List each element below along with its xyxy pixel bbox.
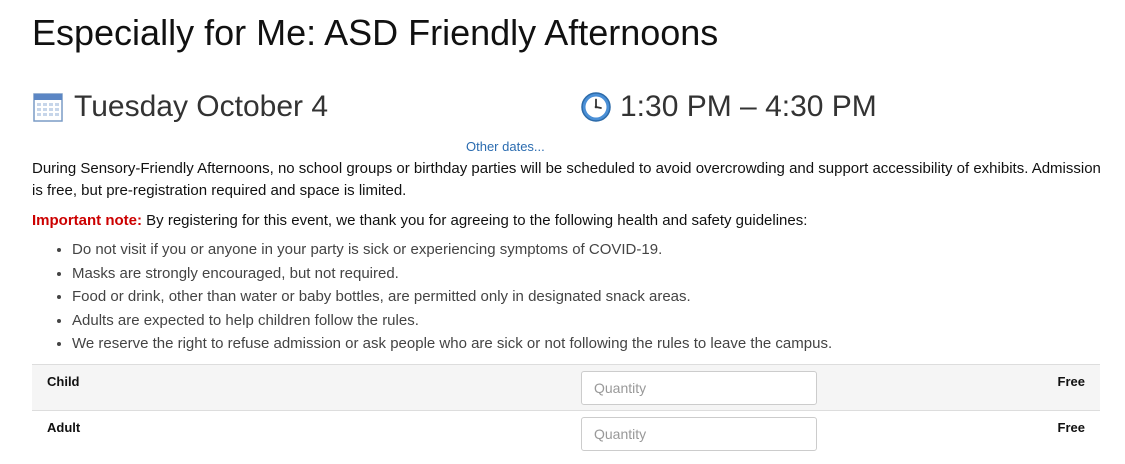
important-note-text: By registering for this event, we thank … xyxy=(142,212,808,229)
event-date-text: Tuesday October 4 xyxy=(74,90,329,123)
adult-quantity-input[interactable] xyxy=(581,417,817,451)
ticket-table: Child Free Adult Free xyxy=(32,364,1100,456)
child-quantity-input[interactable] xyxy=(581,371,817,405)
page-title: Especially for Me: ASD Friendly Afternoo… xyxy=(32,12,719,53)
list-item: Masks are strongly encouraged, but not r… xyxy=(72,262,1112,286)
ticket-row-child: Child Free xyxy=(32,364,1100,410)
ticket-price: Free xyxy=(1057,420,1085,435)
ticket-price: Free xyxy=(1057,374,1085,389)
important-note-label: Important note: xyxy=(32,212,142,229)
ticket-name: Adult xyxy=(47,420,81,435)
event-page: Especially for Me: ASD Friendly Afternoo… xyxy=(0,0,1125,464)
list-item: Do not visit if you or anyone in your pa… xyxy=(72,238,1112,262)
important-note: Important note: By registering for this … xyxy=(32,210,1112,232)
event-description: During Sensory-Friendly Afternoons, no s… xyxy=(32,160,1101,199)
event-time: 1:30 PM – 4:30 PM xyxy=(580,90,877,124)
clock-icon xyxy=(580,91,612,123)
event-date: Tuesday October 4 xyxy=(32,90,328,124)
list-item: We reserve the right to refuse admission… xyxy=(72,332,1112,356)
event-time-text: 1:30 PM – 4:30 PM xyxy=(620,90,877,123)
ticket-row-adult: Adult Free xyxy=(32,410,1100,456)
list-item: Food or drink, other than water or baby … xyxy=(72,285,1112,309)
guidelines-list: Do not visit if you or anyone in your pa… xyxy=(40,238,1112,356)
other-dates-link[interactable]: Other dates... xyxy=(466,139,545,154)
list-item: Adults are expected to help children fol… xyxy=(72,309,1112,333)
ticket-name: Child xyxy=(47,374,80,389)
calendar-icon xyxy=(32,91,64,123)
